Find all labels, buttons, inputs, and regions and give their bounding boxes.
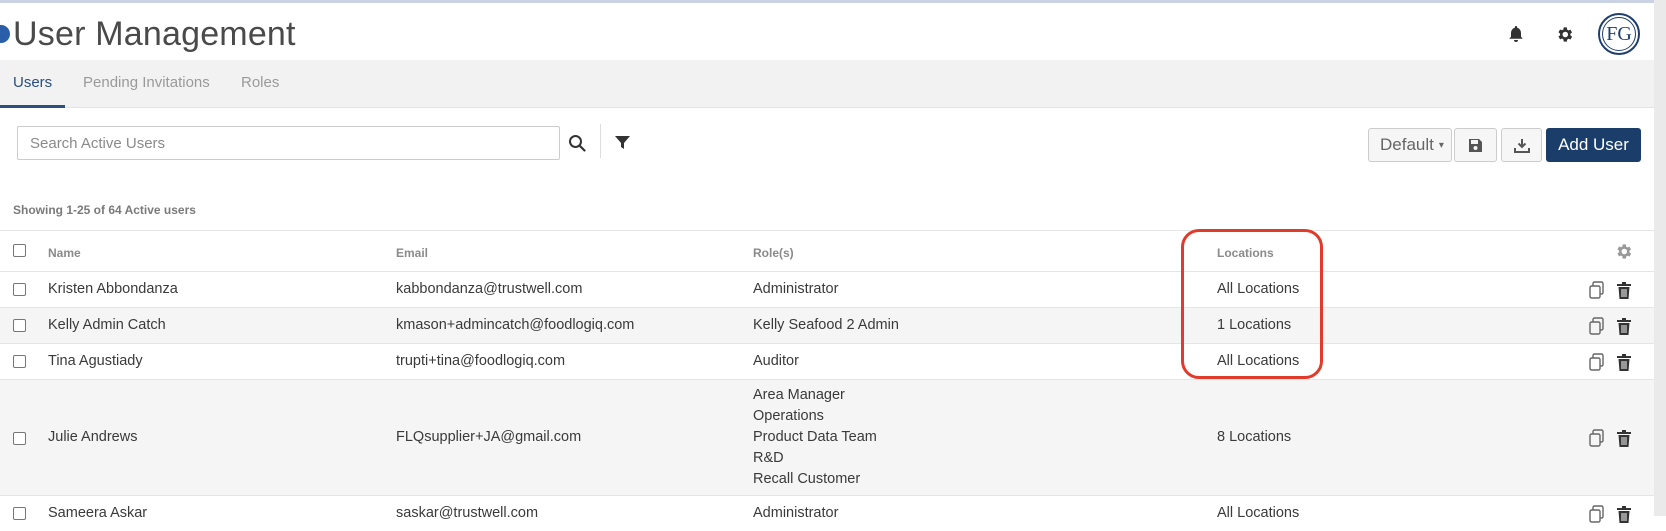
trash-icon[interactable]	[1614, 315, 1634, 337]
info-icon[interactable]	[0, 25, 10, 43]
row-checkbox[interactable]	[13, 355, 26, 368]
results-summary: Showing 1-25 of 64 Active users	[13, 203, 196, 217]
user-locations[interactable]: 1 Locations	[1217, 317, 1291, 333]
avatar-initials: FG	[1602, 17, 1636, 51]
user-email: trupti+tina@foodlogiq.com	[396, 353, 566, 369]
role-item: R&D	[753, 450, 784, 466]
gear-icon[interactable]	[1553, 23, 1575, 45]
user-email: saskar@trustwell.com	[396, 505, 539, 521]
user-email: FLQsupplier+JA@gmail.com	[396, 429, 582, 445]
column-settings-gear-icon[interactable]	[1613, 240, 1633, 262]
tab-bar: Users Pending Invitations Roles	[0, 60, 1654, 108]
table-row[interactable]: Kristen Abbondanza kabbondanza@trustwell…	[0, 271, 1654, 307]
copy-icon[interactable]	[1586, 427, 1606, 449]
tab-roles[interactable]: Roles	[241, 60, 279, 108]
column-header-locations[interactable]: Locations	[1217, 246, 1274, 260]
row-checkbox[interactable]	[13, 507, 26, 520]
user-name[interactable]: Sameera Askar	[48, 505, 147, 521]
save-icon	[1469, 138, 1482, 152]
download-icon	[1513, 138, 1530, 153]
user-name[interactable]: Julie Andrews	[48, 429, 137, 445]
copy-icon[interactable]	[1586, 503, 1606, 525]
table-row[interactable]: Sameera Askar saskar@trustwell.com Admin…	[0, 495, 1654, 531]
column-header-roles[interactable]: Role(s)	[753, 246, 794, 260]
table-row[interactable]: Tina Agustiady trupti+tina@foodlogiq.com…	[0, 343, 1654, 379]
user-locations[interactable]: All Locations	[1217, 353, 1299, 369]
user-locations[interactable]: 8 Locations	[1217, 429, 1291, 445]
user-roles: Administrator	[753, 505, 839, 521]
download-button[interactable]	[1501, 128, 1542, 162]
user-roles: Area Manager Operations Product Data Tea…	[753, 385, 877, 490]
avatar[interactable]: FG	[1598, 13, 1640, 55]
search-input[interactable]	[18, 127, 559, 159]
user-name[interactable]: Kelly Admin Catch	[48, 317, 166, 333]
user-name[interactable]: Tina Agustiady	[48, 353, 143, 369]
scrollbar[interactable]	[1654, 0, 1666, 516]
copy-icon[interactable]	[1586, 315, 1606, 337]
user-name[interactable]: Kristen Abbondanza	[48, 281, 178, 297]
page-title: User Management	[13, 15, 296, 53]
column-header-email[interactable]: Email	[396, 246, 428, 260]
table-header: Name Email Role(s) Locations	[0, 230, 1654, 271]
column-header-name[interactable]: Name	[48, 246, 81, 260]
search-box	[17, 126, 560, 160]
row-checkbox[interactable]	[13, 283, 26, 296]
page-header: User Management FG	[0, 3, 1654, 60]
row-checkbox[interactable]	[13, 319, 26, 332]
role-item: Recall Customer	[753, 471, 861, 487]
user-roles: Administrator	[753, 281, 839, 297]
row-checkbox[interactable]	[13, 432, 26, 445]
copy-icon[interactable]	[1586, 279, 1606, 301]
trash-icon[interactable]	[1614, 351, 1634, 373]
trash-icon[interactable]	[1614, 279, 1634, 301]
user-roles: Auditor	[753, 353, 799, 369]
role-item: Operations	[753, 408, 824, 424]
filter-icon[interactable]	[611, 132, 633, 154]
table-row[interactable]: Kelly Admin Catch kmason+admincatch@food…	[0, 307, 1654, 343]
add-user-button[interactable]: Add User	[1546, 128, 1641, 162]
view-select-value: Default	[1380, 135, 1434, 154]
caret-down-icon: ▾	[1438, 139, 1444, 151]
table-row[interactable]: Julie Andrews FLQsupplier+JA@gmail.com A…	[0, 379, 1654, 495]
user-locations[interactable]: All Locations	[1217, 281, 1299, 297]
bell-icon[interactable]	[1505, 23, 1527, 45]
user-email: kmason+admincatch@foodlogiq.com	[396, 317, 635, 333]
copy-icon[interactable]	[1586, 351, 1606, 373]
trash-icon[interactable]	[1614, 427, 1634, 449]
tab-pending-invitations[interactable]: Pending Invitations	[83, 60, 210, 108]
user-email: kabbondanza@trustwell.com	[396, 281, 583, 297]
toolbar-divider	[600, 124, 601, 158]
select-all-checkbox[interactable]	[13, 244, 26, 257]
user-roles: Kelly Seafood 2 Admin	[753, 317, 899, 333]
role-item: Product Data Team	[753, 429, 877, 445]
search-icon[interactable]	[566, 132, 588, 154]
save-view-button[interactable]	[1454, 128, 1497, 162]
user-locations[interactable]: All Locations	[1217, 505, 1299, 521]
trash-icon[interactable]	[1614, 503, 1634, 525]
role-item: Area Manager	[753, 387, 845, 403]
view-select[interactable]: Default ▾	[1368, 128, 1452, 162]
tab-users[interactable]: Users	[0, 60, 65, 108]
